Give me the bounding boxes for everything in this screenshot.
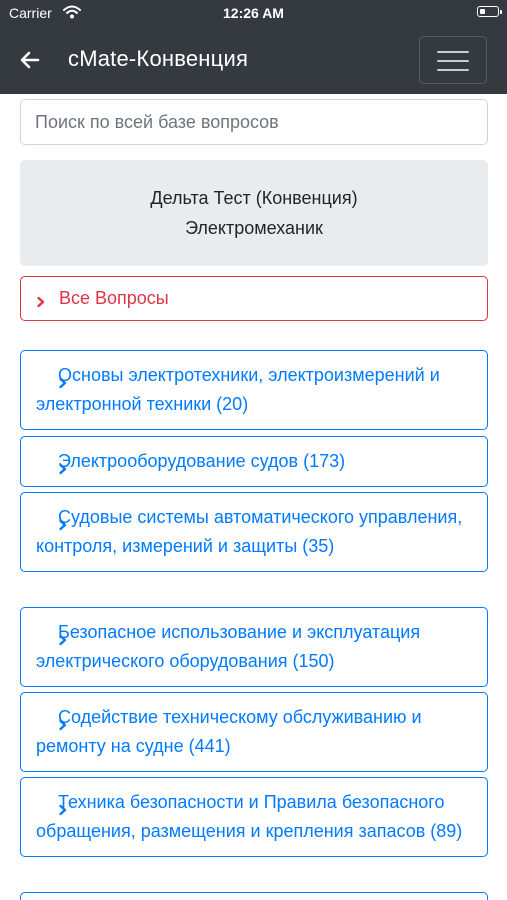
test-title: Дельта Тест (Конвенция) (150, 188, 358, 208)
chevron-right-icon (36, 455, 67, 475)
app-title: cMate-Конвенция (68, 46, 249, 71)
category-item[interactable] (20, 892, 488, 900)
chevron-right-icon (36, 292, 46, 308)
category-item[interactable]: Судовые системы автоматического управлен… (20, 492, 488, 572)
search-input[interactable] (20, 99, 488, 145)
category-item[interactable]: Содействие техническому обслуживанию и р… (20, 692, 488, 772)
category-item[interactable]: Техника безопасности и Правила безопасно… (20, 777, 488, 857)
category-label: Электрооборудование судов (173) (58, 451, 346, 471)
category-item[interactable]: Электрооборудование судов (173) (20, 436, 488, 487)
chevron-right-icon (36, 369, 67, 389)
category-item[interactable]: Безопасное использование и эксплуатация … (20, 607, 488, 687)
test-specialty: Электромеханик (185, 218, 323, 238)
status-bar: Carrier 12:26 AM (0, 0, 507, 26)
main-content: Дельта Тест (Конвенция) Электромеханик В… (0, 94, 507, 900)
all-questions-button[interactable]: Все Вопросы (20, 276, 488, 321)
clock: 12:26 AM (223, 5, 284, 21)
category-label: Судовые системы автоматического управлен… (36, 507, 463, 556)
chevron-right-icon (36, 626, 67, 646)
chevron-right-icon (36, 511, 67, 531)
battery-icon (477, 6, 502, 17)
navbar: cMate-Конвенция (0, 26, 507, 94)
category-item[interactable]: Основы электротехники, электроизмерений … (20, 350, 488, 430)
back-arrow-icon[interactable] (18, 48, 42, 72)
category-label: Безопасное использование и эксплуатация … (36, 622, 421, 671)
category-label: Содействие техническому обслуживанию и р… (36, 707, 422, 756)
all-questions-label: Все Вопросы (59, 288, 169, 308)
category-label: Техника безопасности и Правила безопасно… (36, 792, 463, 841)
chevron-right-icon (36, 711, 67, 731)
chevron-right-icon (36, 796, 67, 816)
category-label: Основы электротехники, электроизмерений … (36, 365, 440, 414)
test-info-box: Дельта Тест (Конвенция) Электромеханик (20, 160, 488, 266)
menu-toggle-button[interactable] (419, 36, 487, 84)
